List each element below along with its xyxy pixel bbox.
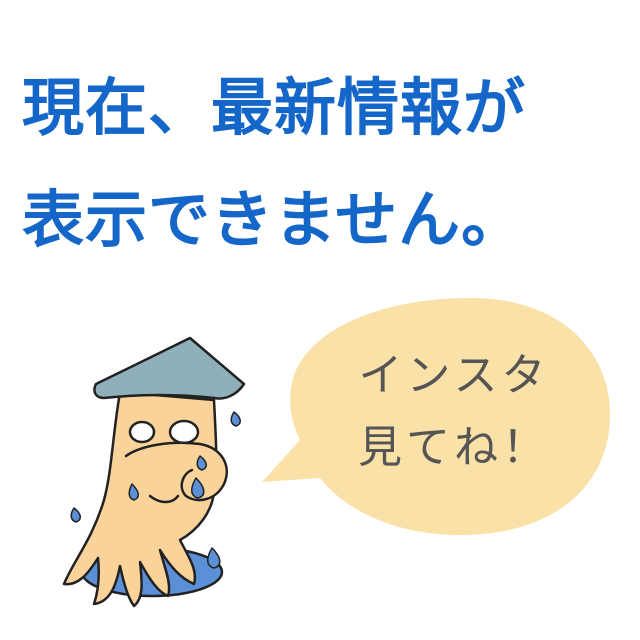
illustration — [62, 298, 610, 608]
right-eye — [168, 419, 200, 445]
hat — [93, 336, 246, 400]
speech-bubble-line-2: 見てね！ — [358, 422, 550, 473]
speech-bubble-text: インスタ 見てね！ — [336, 340, 572, 484]
left-eye — [128, 420, 156, 444]
tear-drop-4 — [70, 507, 81, 523]
speech-bubble-line-1: インスタ — [358, 350, 550, 401]
crying-character — [62, 336, 246, 608]
tear-drop-5 — [230, 411, 241, 427]
tear-drop-3 — [207, 547, 221, 569]
